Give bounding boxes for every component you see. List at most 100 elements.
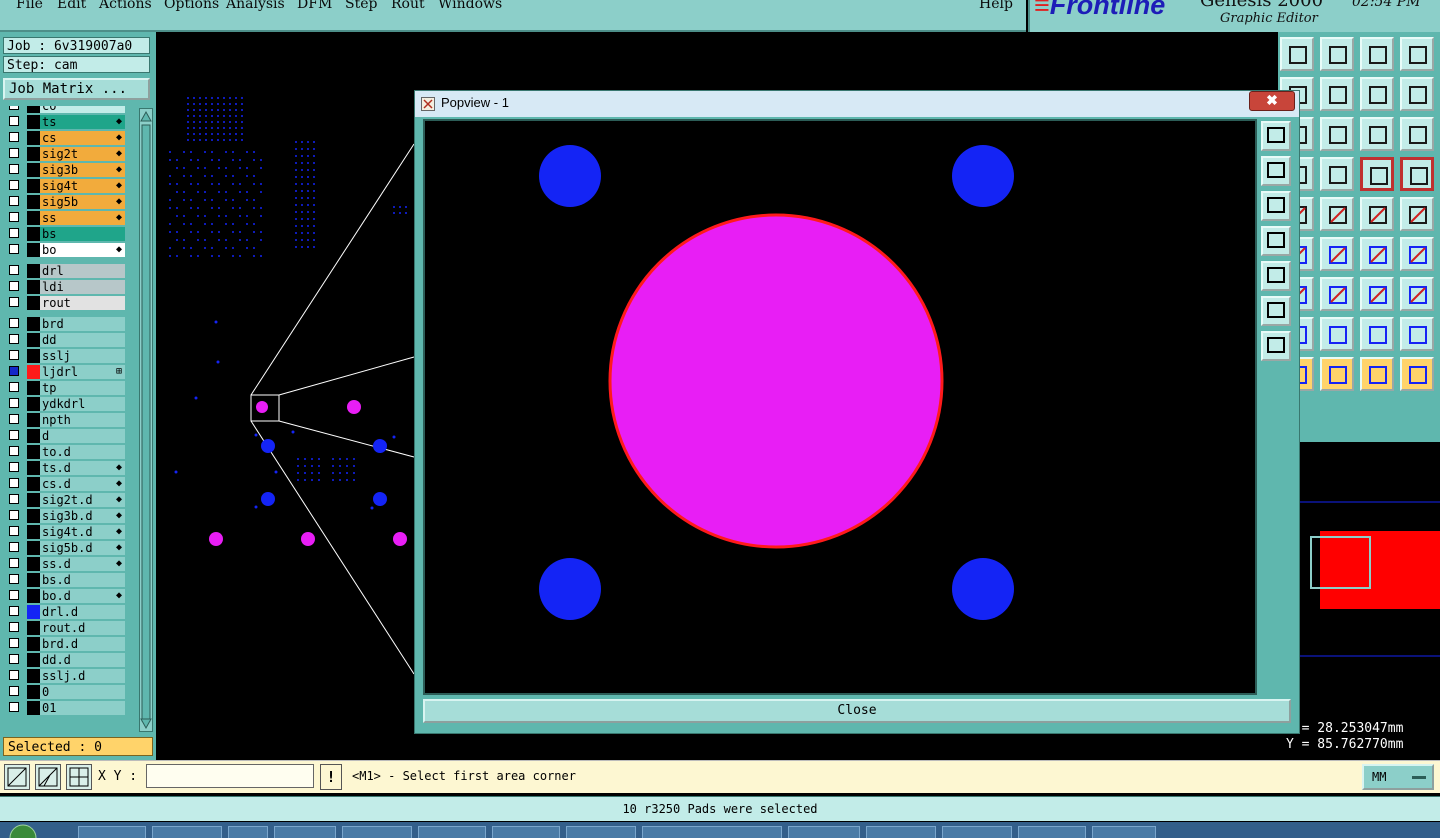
- layer-row[interactable]: sig3b ◆: [3, 163, 125, 177]
- tool-button[interactable]: [1320, 277, 1354, 311]
- layer-row[interactable]: drl: [3, 264, 125, 278]
- layer-name[interactable]: dd: [40, 333, 125, 347]
- layer-row[interactable]: d: [3, 429, 125, 443]
- layer-name[interactable]: rout: [40, 296, 125, 310]
- popview-tool-button[interactable]: [1261, 261, 1291, 291]
- taskbar-app[interactable]: [942, 826, 1012, 838]
- layer-color-swatch[interactable]: [27, 280, 40, 294]
- layer-checkbox[interactable]: [9, 265, 19, 275]
- layer-color-swatch[interactable]: [27, 147, 40, 161]
- taskbar-app[interactable]: [1092, 826, 1156, 838]
- layer-checkbox[interactable]: [9, 638, 19, 648]
- layer-color-swatch[interactable]: [27, 195, 40, 209]
- layer-name[interactable]: sig2t.d ◆: [40, 493, 125, 507]
- layer-checkbox[interactable]: [9, 574, 19, 584]
- tool-button[interactable]: [1360, 357, 1394, 391]
- layer-color-swatch[interactable]: [27, 621, 40, 635]
- layer-color-swatch[interactable]: [27, 525, 40, 539]
- tool-button[interactable]: [1360, 197, 1394, 231]
- layer-color-swatch[interactable]: [27, 211, 40, 225]
- taskbar-app[interactable]: [342, 826, 412, 838]
- layer-row[interactable]: ydkdrl: [3, 397, 125, 411]
- layer-row[interactable]: tp: [3, 381, 125, 395]
- layer-name[interactable]: sig4t ◆: [40, 179, 125, 193]
- layer-color-swatch[interactable]: [27, 106, 40, 113]
- layer-name[interactable]: sig2t ◆: [40, 147, 125, 161]
- layer-color-swatch[interactable]: [27, 243, 40, 257]
- layer-checkbox[interactable]: [9, 590, 19, 600]
- layer-checkbox[interactable]: [9, 116, 19, 126]
- layer-row[interactable]: bs: [3, 227, 125, 241]
- layer-name[interactable]: ljdrl ⊞: [40, 365, 125, 379]
- layer-checkbox[interactable]: [9, 414, 19, 424]
- layer-checkbox[interactable]: [9, 366, 19, 376]
- popview-tool-button[interactable]: [1261, 331, 1291, 361]
- layer-checkbox[interactable]: [9, 196, 19, 206]
- layer-name[interactable]: ydkdrl: [40, 397, 125, 411]
- menu-help[interactable]: Help: [979, 0, 1013, 12]
- pad-blue[interactable]: [373, 439, 387, 453]
- layer-name[interactable]: bo.d ◆: [40, 589, 125, 603]
- layer-name[interactable]: brd: [40, 317, 125, 331]
- menu-rout[interactable]: Rout: [391, 0, 425, 12]
- layer-row[interactable]: brd.d: [3, 637, 125, 651]
- layer-name[interactable]: ts ◆: [40, 115, 125, 129]
- layer-color-swatch[interactable]: [27, 179, 40, 193]
- layer-checkbox[interactable]: [9, 228, 19, 238]
- layer-checkbox[interactable]: [9, 244, 19, 254]
- layer-color-swatch[interactable]: [27, 573, 40, 587]
- popview-canvas[interactable]: [423, 119, 1257, 695]
- layer-name[interactable]: ss.d ◆: [40, 557, 125, 571]
- layer-checkbox[interactable]: [9, 430, 19, 440]
- layer-checkbox[interactable]: [9, 132, 19, 142]
- layer-row[interactable]: ss ◆: [3, 211, 125, 225]
- tool-button[interactable]: [1320, 117, 1354, 151]
- layer-color-swatch[interactable]: [27, 589, 40, 603]
- layer-checkbox[interactable]: [9, 180, 19, 190]
- layer-row[interactable]: to.d: [3, 445, 125, 459]
- layer-name[interactable]: ss ◆: [40, 211, 125, 225]
- taskbar-app[interactable]: [1018, 826, 1086, 838]
- popview-tool-button[interactable]: [1261, 296, 1291, 326]
- tool-button[interactable]: [1360, 237, 1394, 271]
- tool-button[interactable]: [1360, 317, 1394, 351]
- popview-tool-button[interactable]: [1261, 191, 1291, 221]
- popview-tool-button[interactable]: [1261, 156, 1291, 186]
- layer-name[interactable]: tp: [40, 381, 125, 395]
- layer-row[interactable]: bo ◆: [3, 243, 125, 257]
- close-button[interactable]: Close: [423, 699, 1291, 723]
- tool-button[interactable]: [1360, 117, 1394, 151]
- layer-checkbox[interactable]: [9, 606, 19, 616]
- layer-checkbox[interactable]: [9, 297, 19, 307]
- layer-color-swatch[interactable]: [27, 296, 40, 310]
- menu-step[interactable]: Step: [345, 0, 377, 12]
- cmd-tool-2[interactable]: [35, 764, 61, 790]
- layer-name[interactable]: d: [40, 429, 125, 443]
- layer-color-swatch[interactable]: [27, 493, 40, 507]
- layer-name[interactable]: sslj: [40, 349, 125, 363]
- taskbar-app[interactable]: [418, 826, 486, 838]
- tool-button[interactable]: [1320, 37, 1354, 71]
- layer-name[interactable]: bs: [40, 227, 125, 241]
- cmd-tool-1[interactable]: [4, 764, 30, 790]
- layer-row[interactable]: npth: [3, 413, 125, 427]
- layer-name[interactable]: 0: [40, 685, 125, 699]
- tool-button[interactable]: [1360, 37, 1394, 71]
- layer-checkbox[interactable]: [9, 654, 19, 664]
- pad-magenta[interactable]: [393, 532, 407, 546]
- tool-button[interactable]: [1360, 77, 1394, 111]
- layer-checkbox[interactable]: [9, 686, 19, 696]
- layer-row[interactable]: drl.d: [3, 605, 125, 619]
- layer-name[interactable]: sig3b ◆: [40, 163, 125, 177]
- layer-checkbox[interactable]: [9, 462, 19, 472]
- layer-checkbox[interactable]: [9, 164, 19, 174]
- tool-button[interactable]: [1400, 37, 1434, 71]
- taskbar-app[interactable]: [228, 826, 268, 838]
- layer-checkbox[interactable]: [9, 558, 19, 568]
- taskbar-app[interactable]: [866, 826, 936, 838]
- layer-color-swatch[interactable]: [27, 264, 40, 278]
- pad-magenta[interactable]: [347, 400, 361, 414]
- layer-checkbox[interactable]: [9, 510, 19, 520]
- layer-row[interactable]: rout: [3, 296, 125, 310]
- layer-row[interactable]: sig4t.d ◆: [3, 525, 125, 539]
